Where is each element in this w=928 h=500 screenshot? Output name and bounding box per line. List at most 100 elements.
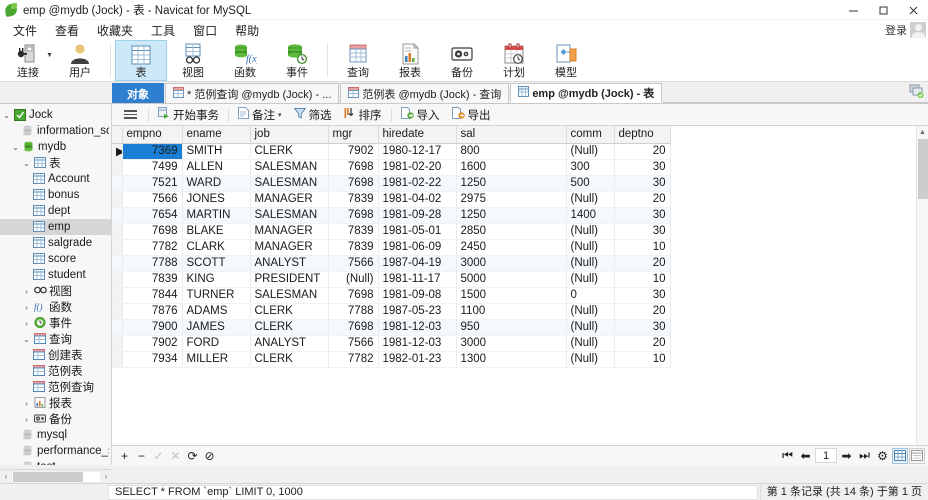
cell-comm[interactable]: 0 [566, 287, 615, 304]
cell-empno[interactable]: 7902 [122, 335, 183, 352]
row-marker[interactable] [112, 255, 123, 272]
cell-deptno[interactable]: 20 [614, 303, 671, 320]
row-marker[interactable] [112, 271, 123, 288]
cell-empno[interactable]: 7698 [122, 223, 183, 240]
cell-ename[interactable]: ADAMS [182, 303, 251, 320]
cell-job[interactable]: CLERK [250, 351, 329, 368]
cell-ename[interactable]: BLAKE [182, 223, 251, 240]
cell-comm[interactable]: (Null) [566, 319, 615, 336]
cell-deptno[interactable]: 20 [614, 335, 671, 352]
menu-help[interactable]: 帮助 [226, 20, 268, 41]
cell-hiredate[interactable]: 1981-11-17 [378, 271, 457, 288]
cell-ename[interactable]: SCOTT [182, 255, 251, 272]
discard-change-button[interactable]: ✕ [167, 447, 184, 464]
cell-hiredate[interactable]: 1981-12-03 [378, 319, 457, 336]
row-marker[interactable] [112, 239, 123, 256]
table-row[interactable]: 7521 WARD SALESMAN 7698 1981-02-22 1250 … [112, 175, 671, 192]
row-marker[interactable] [112, 303, 123, 320]
cell-empno[interactable]: 7654 [122, 207, 183, 224]
cell-comm[interactable]: (Null) [566, 143, 615, 160]
cell-deptno[interactable]: 30 [614, 159, 671, 176]
menu-tools[interactable]: 工具 [142, 20, 184, 41]
cell-mgr[interactable]: 7782 [328, 351, 379, 368]
action-export[interactable]: 导出 [446, 105, 497, 125]
cell-mgr[interactable]: 7698 [328, 287, 379, 304]
cell-deptno[interactable]: 30 [614, 175, 671, 192]
tree-folder-tables[interactable]: ⌄ 表 [0, 155, 111, 171]
cell-comm[interactable]: (Null) [566, 191, 615, 208]
tab-emp-table[interactable]: emp @mydb (Jock) - 表 [510, 83, 663, 103]
tree-folder-views[interactable]: › 视图 [0, 283, 111, 299]
cell-hiredate[interactable]: 1981-02-20 [378, 159, 457, 176]
column-header-mgr[interactable]: mgr [328, 126, 379, 144]
refresh-button[interactable]: ⟳ [184, 447, 201, 464]
cell-deptno[interactable]: 20 [614, 143, 671, 160]
table-row[interactable]: 7698 BLAKE MANAGER 7839 1981-05-01 2850 … [112, 223, 671, 240]
login-label[interactable]: 登录 [885, 22, 907, 38]
cell-comm[interactable]: 1400 [566, 207, 615, 224]
cell-mgr[interactable]: 7902 [328, 143, 379, 160]
cell-empno[interactable]: 7788 [122, 255, 183, 272]
cell-empno[interactable]: 7369 [122, 143, 183, 160]
toolbar-table[interactable]: 表 [115, 40, 167, 81]
cell-sal[interactable]: 2975 [456, 191, 567, 208]
cell-sal[interactable]: 3000 [456, 335, 567, 352]
hscroll-thumb[interactable] [13, 471, 84, 482]
cell-deptno[interactable]: 20 [614, 191, 671, 208]
table-row[interactable]: 7654 MARTIN SALESMAN 7698 1981-09-28 125… [112, 207, 671, 224]
cell-ename[interactable]: TURNER [182, 287, 251, 304]
toolbar-view[interactable]: 视图 [167, 40, 219, 81]
cell-deptno[interactable]: 10 [614, 239, 671, 256]
cell-mgr[interactable]: 7566 [328, 255, 379, 272]
data-grid-container[interactable]: empno ename job mgr hiredate sal comm de… [112, 126, 928, 445]
maximize-icon[interactable] [868, 0, 898, 20]
cell-hiredate[interactable]: 1981-12-03 [378, 335, 457, 352]
tree-db-performance-schema[interactable]: performance_sche [0, 443, 111, 459]
action-note[interactable]: 备注 ▾ [232, 105, 288, 125]
action-import[interactable]: 导入 [395, 105, 446, 125]
delete-record-button[interactable]: − [133, 447, 150, 464]
cell-ename[interactable]: MARTIN [182, 207, 251, 224]
toolbar-function[interactable]: f(x) 函数 [219, 40, 271, 81]
cell-empno[interactable]: 7876 [122, 303, 183, 320]
hscroll-track[interactable] [12, 471, 100, 482]
chevron-down-icon-2[interactable]: ⌄ [11, 143, 20, 152]
cell-sal[interactable]: 2450 [456, 239, 567, 256]
cell-hiredate[interactable]: 1987-04-19 [378, 255, 457, 272]
cell-empno[interactable]: 7844 [122, 287, 183, 304]
menu-view[interactable]: 查看 [46, 20, 88, 41]
close-icon[interactable] [898, 0, 928, 20]
first-page-button[interactable]: ⏮ [779, 447, 796, 464]
cell-hiredate[interactable]: 1981-09-08 [378, 287, 457, 304]
row-marker[interactable] [112, 319, 123, 336]
column-header-comm[interactable]: comm [566, 126, 615, 144]
cell-mgr[interactable]: 7839 [328, 223, 379, 240]
tree-folder-queries[interactable]: ⌄ 查询 [0, 331, 111, 347]
cell-mgr[interactable]: 7698 [328, 207, 379, 224]
cell-comm[interactable]: (Null) [566, 223, 615, 240]
tree-folder-backups[interactable]: › 备份 [0, 411, 111, 427]
cell-deptno[interactable]: 30 [614, 287, 671, 304]
tree-table-account[interactable]: Account [0, 171, 111, 187]
chevron-right-icon-4[interactable]: › [22, 399, 31, 408]
tree-db-mydb[interactable]: ⌄ mydb [0, 139, 111, 155]
cell-hiredate[interactable]: 1981-05-01 [378, 223, 457, 240]
cell-job[interactable]: CLERK [250, 143, 329, 160]
cell-hiredate[interactable]: 1981-04-02 [378, 191, 457, 208]
table-row[interactable]: 7566 JONES MANAGER 7839 1981-04-02 2975 … [112, 191, 671, 208]
cell-sal[interactable]: 5000 [456, 271, 567, 288]
cell-job[interactable]: SALESMAN [250, 207, 329, 224]
tree-table-student[interactable]: student [0, 267, 111, 283]
cell-deptno[interactable]: 10 [614, 271, 671, 288]
page-settings-button[interactable]: ⚙ [874, 447, 891, 464]
row-marker[interactable] [112, 287, 123, 304]
cell-mgr[interactable]: 7698 [328, 319, 379, 336]
table-row[interactable]: 7900 JAMES CLERK 7698 1981-12-03 950 (Nu… [112, 319, 671, 336]
cell-job[interactable]: MANAGER [250, 223, 329, 240]
cell-sal[interactable]: 1600 [456, 159, 567, 176]
next-page-button[interactable]: ➡ [838, 447, 855, 464]
table-row[interactable]: ▶ 7369 SMITH CLERK 7902 1980-12-17 800 (… [112, 143, 671, 160]
cell-hiredate[interactable]: 1981-09-28 [378, 207, 457, 224]
scroll-up-icon[interactable]: ▲ [917, 126, 928, 138]
cell-comm[interactable]: (Null) [566, 255, 615, 272]
